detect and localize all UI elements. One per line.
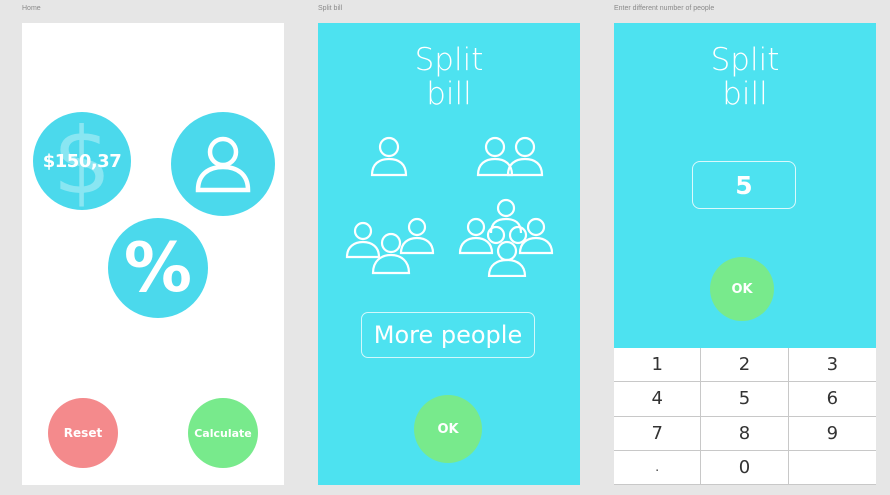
key-0[interactable]: 0	[701, 450, 789, 485]
calculate-label: Calculate	[194, 426, 252, 440]
page-title: Split bill	[318, 43, 580, 111]
key-9[interactable]: 9	[788, 417, 876, 451]
enter-people-screen: Split bill 5 OK 1 2 3 4 5 6 7 8 9 . 0	[614, 23, 876, 485]
people-1-icon[interactable]	[366, 133, 412, 179]
key-8[interactable]: 8	[701, 416, 789, 451]
title-line-2: bill	[722, 76, 768, 112]
amount-button[interactable]: $ $150,37	[33, 108, 131, 215]
key-blank	[788, 451, 876, 485]
people-count-input[interactable]: 5	[692, 161, 796, 209]
key-6[interactable]: 6	[788, 382, 876, 417]
reset-label: Reset	[63, 426, 103, 440]
artboard-title-split-bill: Split bill	[318, 5, 343, 12]
key-7[interactable]: 7	[614, 416, 702, 451]
key-1[interactable]: 1	[614, 348, 702, 383]
percent-icon: %	[123, 228, 193, 308]
key-decimal[interactable]: .	[614, 450, 702, 485]
title-line-1: Split	[710, 42, 780, 78]
ok-button[interactable]: OK	[414, 395, 482, 463]
people-3-icon[interactable]	[343, 213, 439, 275]
key-4[interactable]: 4	[614, 382, 702, 417]
person-button[interactable]	[171, 112, 275, 216]
artboard-title-enter-people: Enter different number of people	[614, 5, 715, 12]
key-2[interactable]: 2	[701, 348, 789, 383]
percent-button[interactable]: %	[108, 218, 208, 318]
artboard-title-home: Home	[22, 5, 41, 12]
key-5[interactable]: 5	[701, 382, 789, 417]
page-title: Split bill	[614, 43, 876, 111]
person-icon	[195, 136, 251, 193]
title-line-2: bill	[426, 76, 472, 112]
people-4-icon[interactable]	[456, 195, 556, 277]
home-screen: $ $150,37 % Reset Calculate	[22, 23, 284, 485]
more-people-button[interactable]: More people	[361, 312, 535, 358]
amount-value: $150,37	[42, 150, 122, 172]
ok-button[interactable]: OK	[710, 257, 774, 321]
reset-button[interactable]: Reset	[48, 398, 118, 468]
ok-label: OK	[731, 281, 753, 297]
calculate-button[interactable]: Calculate	[188, 398, 258, 468]
split-bill-screen: Split bill More people OK	[318, 23, 580, 485]
title-line-1: Split	[414, 42, 484, 78]
ok-label: OK	[437, 421, 459, 437]
numeric-keypad: 1 2 3 4 5 6 7 8 9 . 0	[614, 348, 876, 485]
key-3[interactable]: 3	[788, 348, 876, 383]
people-2-icon[interactable]	[471, 133, 551, 179]
